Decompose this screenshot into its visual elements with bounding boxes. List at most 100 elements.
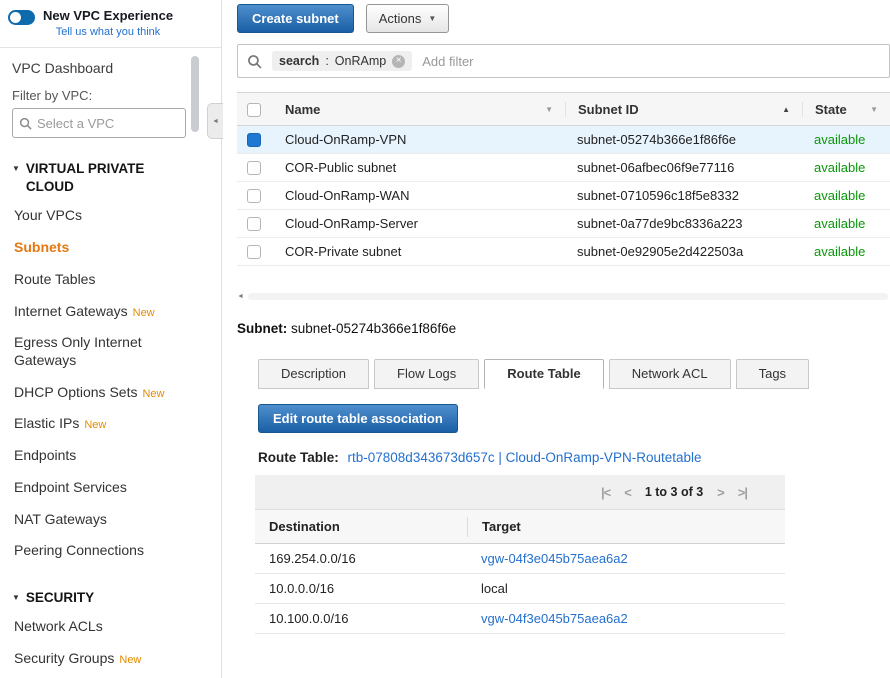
sort-up-icon[interactable]: ▲ — [782, 105, 790, 114]
sidebar-item-subnets[interactable]: Subnets — [12, 232, 185, 264]
state-cell: available — [802, 160, 890, 175]
sidebar-item-your-vpcs[interactable]: Your VPCs — [12, 200, 185, 232]
add-filter-text[interactable]: Add filter — [422, 54, 473, 69]
name-cell: COR-Private subnet — [273, 244, 565, 259]
sidebar: New VPC Experience Tell us what you thin… — [0, 0, 222, 678]
sidebar-item-security-groups[interactable]: Security GroupsNew — [12, 643, 185, 675]
sidebar-item-network-acls[interactable]: Network ACLs — [12, 611, 185, 643]
sidebar-item-peering-connections[interactable]: Peering Connections — [12, 535, 185, 567]
sidebar-item-vpc-dashboard[interactable]: VPC Dashboard — [12, 60, 185, 76]
subnets-table: Name▼ Subnet ID▲ State▼ Cloud-OnRamp-VPN… — [237, 92, 890, 266]
table-row[interactable]: COR-Public subnet subnet-06afbec06f9e771… — [237, 154, 890, 182]
new-experience-title: New VPC Experience — [43, 8, 173, 23]
tab-tags[interactable]: Tags — [736, 359, 809, 389]
sidebar-item-egress-only-internet-gateways[interactable]: Egress Only Internet Gateways — [12, 327, 185, 376]
sidebar-item-internet-gateways[interactable]: Internet GatewaysNew — [12, 296, 185, 328]
detail-tabs: Description Flow Logs Route Table Networ… — [258, 359, 890, 389]
search-icon — [19, 117, 32, 130]
column-header-name[interactable]: Name▼ — [273, 102, 565, 117]
subnet-id-cell: subnet-05274b366e1f86f6e — [565, 132, 802, 147]
edit-route-table-association-button[interactable]: Edit route table association — [258, 404, 458, 433]
actions-button[interactable]: Actions ▼ — [366, 4, 450, 33]
new-experience-toggle[interactable] — [8, 10, 35, 25]
subnet-id-cell: subnet-0e92905e2d422503a — [565, 244, 802, 259]
actions-label: Actions — [379, 11, 422, 26]
sidebar-scrollbar[interactable] — [191, 50, 200, 674]
table-row[interactable]: Cloud-OnRamp-Server subnet-0a77de9bc8336… — [237, 210, 890, 238]
state-cell: available — [802, 188, 890, 203]
table-row[interactable]: 169.254.0.0/16 vgw-04f3e045b75aea6a2 — [255, 544, 785, 574]
table-row[interactable]: Cloud-OnRamp-WAN subnet-0710596c18f5e833… — [237, 182, 890, 210]
state-cell: available — [802, 216, 890, 231]
subnet-id-value: subnet-05274b366e1f86f6e — [291, 321, 456, 336]
create-subnet-button[interactable]: Create subnet — [237, 4, 354, 33]
chevron-down-icon: ▼ — [12, 164, 20, 196]
new-vpc-experience-panel: New VPC Experience Tell us what you thin… — [0, 0, 221, 48]
sidebar-item-elastic-ips[interactable]: Elastic IPsNew — [12, 408, 185, 440]
column-header-target[interactable]: Target — [467, 517, 785, 537]
chevron-down-icon: ▼ — [428, 14, 436, 23]
tab-network-acl[interactable]: Network ACL — [609, 359, 731, 389]
new-experience-feedback-link[interactable]: Tell us what you think — [43, 26, 173, 38]
first-page-icon[interactable]: |< — [601, 485, 610, 500]
scroll-left-icon[interactable]: ◄ — [237, 293, 244, 300]
section-header-label: SECURITY — [26, 589, 94, 607]
tab-route-table[interactable]: Route Table — [484, 359, 603, 389]
prev-page-icon[interactable]: < — [624, 485, 631, 500]
target-link[interactable]: vgw-04f3e045b75aea6a2 — [467, 611, 785, 626]
table-row[interactable]: 10.0.0.0/16 local — [255, 574, 785, 604]
sort-down-icon[interactable]: ▼ — [870, 105, 878, 114]
row-checkbox[interactable] — [247, 217, 261, 231]
collapse-left-icon: ◄ — [212, 118, 219, 125]
section-virtual-private-cloud[interactable]: ▼ VIRTUAL PRIVATE CLOUD — [12, 160, 185, 196]
vpc-filter-box[interactable] — [12, 108, 186, 138]
routes-table-header: Destination Target — [255, 510, 785, 544]
table-row[interactable]: COR-Private subnet subnet-0e92905e2d4225… — [237, 238, 890, 266]
row-checkbox[interactable] — [247, 245, 261, 259]
filter-tag-separator: : — [325, 54, 328, 68]
filter-bar[interactable]: search : OnRAmp × Add filter — [237, 44, 890, 78]
pagination: |< < 1 to 3 of 3 > >| — [255, 475, 785, 510]
column-header-state[interactable]: State▼ — [802, 102, 890, 117]
remove-filter-icon[interactable]: × — [392, 55, 405, 68]
destination-cell: 10.0.0.0/16 — [255, 581, 467, 596]
sidebar-item-dhcp-options-sets[interactable]: DHCP Options SetsNew — [12, 377, 185, 409]
state-cell: available — [802, 244, 890, 259]
sort-down-icon[interactable]: ▼ — [545, 105, 553, 114]
horizontal-scrollbar[interactable]: ◄ — [237, 290, 890, 302]
subnet-id-cell: subnet-0a77de9bc8336a223 — [565, 216, 802, 231]
routes-panel: |< < 1 to 3 of 3 > >| Destination Target… — [255, 475, 785, 634]
section-security[interactable]: ▼ SECURITY — [12, 589, 185, 607]
next-page-icon[interactable]: > — [717, 485, 724, 500]
sidebar-item-nat-gateways[interactable]: NAT Gateways — [12, 504, 185, 536]
select-all-checkbox[interactable] — [247, 103, 261, 117]
toggle-knob — [10, 12, 21, 23]
new-badge: New — [119, 654, 141, 666]
sidebar-item-route-tables[interactable]: Route Tables — [12, 264, 185, 296]
subnet-label: Subnet: — [237, 321, 287, 336]
main-content: Create subnet Actions ▼ search : OnRAmp … — [223, 0, 890, 678]
filter-tag-value: OnRAmp — [335, 54, 386, 68]
column-header-destination[interactable]: Destination — [255, 519, 467, 534]
vpc-filter-input[interactable] — [37, 116, 172, 131]
sidebar-item-endpoint-services[interactable]: Endpoint Services — [12, 472, 185, 504]
name-cell: Cloud-OnRamp-VPN — [273, 132, 565, 147]
last-page-icon[interactable]: >| — [738, 485, 747, 500]
row-checkbox[interactable] — [247, 133, 261, 147]
table-row[interactable]: Cloud-OnRamp-VPN subnet-05274b366e1f86f6… — [237, 126, 890, 154]
sidebar-collapse-handle[interactable]: ◄ — [207, 103, 223, 139]
table-row[interactable]: 10.100.0.0/16 vgw-04f3e045b75aea6a2 — [255, 604, 785, 634]
scrollbar-track[interactable] — [248, 293, 888, 300]
tab-description[interactable]: Description — [258, 359, 369, 389]
name-cell: COR-Public subnet — [273, 160, 565, 175]
row-checkbox[interactable] — [247, 189, 261, 203]
column-header-subnet-id[interactable]: Subnet ID▲ — [565, 102, 802, 117]
tab-flow-logs[interactable]: Flow Logs — [374, 359, 479, 389]
sidebar-item-endpoints[interactable]: Endpoints — [12, 440, 185, 472]
state-cell: available — [802, 132, 890, 147]
target-link[interactable]: vgw-04f3e045b75aea6a2 — [467, 551, 785, 566]
scrollbar-thumb[interactable] — [191, 56, 199, 132]
row-checkbox[interactable] — [247, 161, 261, 175]
name-cell: Cloud-OnRamp-WAN — [273, 188, 565, 203]
route-table-link[interactable]: rtb-07808d343673d657c | Cloud-OnRamp-VPN… — [348, 450, 702, 465]
